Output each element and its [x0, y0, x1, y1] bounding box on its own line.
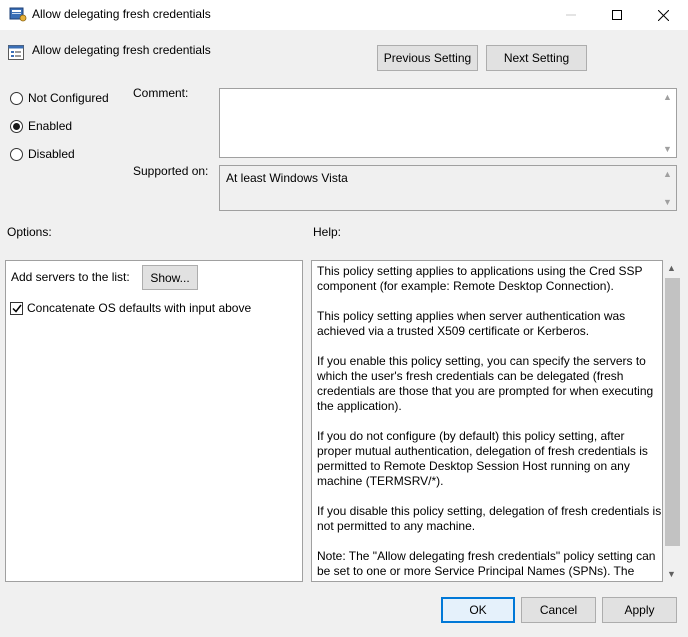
scroll-up-icon[interactable]: ▲ [663, 92, 672, 102]
minimize-icon [566, 14, 576, 16]
add-servers-label: Add servers to the list: [11, 270, 130, 284]
comment-scrollbar[interactable]: ▲ ▼ [659, 89, 676, 157]
radio-selected-dot [13, 122, 20, 130]
policy-title: Allow delegating fresh credentials [32, 43, 211, 57]
scroll-up-icon[interactable]: ▲ [667, 263, 676, 273]
radio-circle[interactable] [10, 147, 23, 161]
radio-enabled[interactable]: Enabled [10, 118, 72, 134]
help-paragraph: If you enable this policy setting, you c… [317, 354, 654, 413]
title-bar: Allow delegating fresh credentials [0, 0, 688, 30]
help-text: This policy setting applies to applicati… [317, 264, 662, 581]
help-paragraph: If you disable this policy setting, dele… [317, 504, 662, 533]
radio-label: Not Configured [28, 91, 109, 105]
concatenate-label: Concatenate OS defaults with input above [27, 301, 252, 315]
next-setting-button[interactable]: Next Setting [486, 45, 587, 71]
checkmark-icon [11, 304, 22, 313]
scrollbar-thumb[interactable] [665, 278, 680, 546]
help-paragraph: This policy setting applies when server … [317, 309, 626, 338]
radio-circle[interactable] [10, 91, 23, 105]
radio-label: Enabled [28, 119, 73, 133]
close-icon [657, 9, 669, 21]
scroll-up-icon[interactable]: ▲ [663, 169, 672, 179]
maximize-button[interactable] [594, 0, 640, 30]
help-text-panel: This policy setting applies to applicati… [311, 260, 663, 582]
close-button[interactable] [640, 0, 686, 30]
help-label: Help: [313, 225, 342, 239]
apply-button[interactable]: Apply [602, 597, 677, 623]
radio-circle[interactable] [10, 119, 23, 133]
ok-button[interactable]: OK [441, 597, 515, 623]
policy-icon [9, 7, 27, 22]
help-paragraph: If you do not configure (by default) thi… [317, 429, 648, 488]
comment-label: Comment: [133, 86, 189, 100]
setting-icon [8, 45, 24, 60]
help-scrollbar[interactable]: ▲ ▼ [663, 260, 682, 582]
maximize-icon [612, 10, 622, 20]
supported-scrollbar[interactable]: ▲ ▼ [659, 166, 676, 210]
radio-not-configured[interactable]: Not Configured [10, 90, 109, 106]
supported-on-field: At least Windows Vista ▲ ▼ [219, 165, 677, 211]
radio-disabled[interactable]: Disabled [10, 146, 75, 162]
comment-input[interactable]: ▲ ▼ [219, 88, 677, 158]
radio-label: Disabled [28, 147, 75, 161]
help-paragraph: This policy setting applies to applicati… [317, 264, 643, 293]
help-paragraph: Note: The "Allow delegating fresh creden… [317, 549, 656, 581]
scroll-down-icon[interactable]: ▼ [663, 197, 672, 207]
concatenate-checkbox[interactable] [10, 302, 23, 315]
show-servers-button[interactable]: Show... [142, 265, 198, 290]
cancel-button[interactable]: Cancel [521, 597, 596, 623]
previous-setting-button[interactable]: Previous Setting [377, 45, 478, 71]
options-label: Options: [7, 225, 52, 239]
minimize-button[interactable] [548, 0, 594, 30]
supported-on-label: Supported on: [133, 164, 209, 178]
window-title: Allow delegating fresh credentials [32, 7, 211, 21]
scroll-down-icon[interactable]: ▼ [667, 569, 676, 579]
scroll-down-icon[interactable]: ▼ [663, 144, 672, 154]
supported-on-value: At least Windows Vista [226, 171, 348, 185]
